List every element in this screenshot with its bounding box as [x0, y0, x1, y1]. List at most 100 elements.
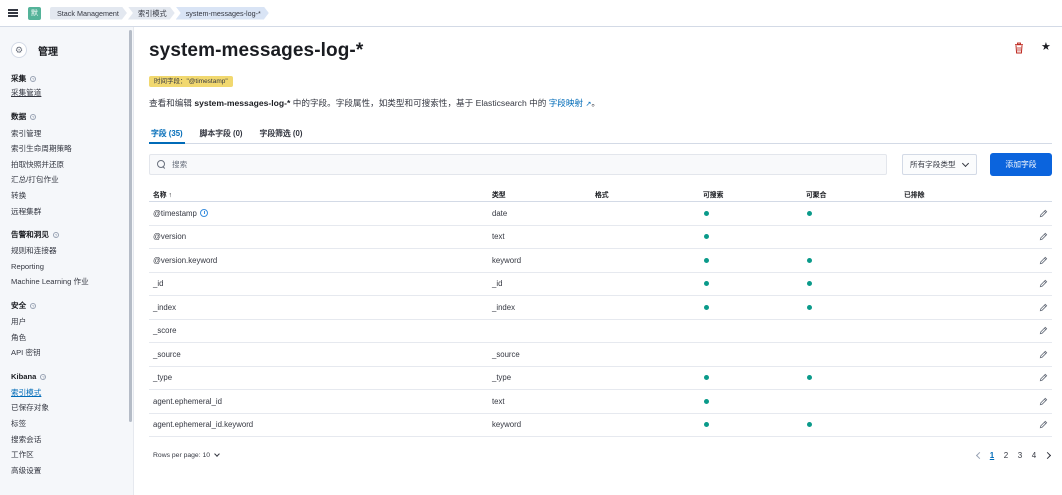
field-name-cell: _type — [149, 373, 492, 382]
sidebar-item-api-keys[interactable]: API 密钥 — [11, 345, 133, 361]
searchable-dot-icon — [704, 398, 709, 404]
group-ingest: 采集? — [11, 73, 133, 85]
previous-page-icon[interactable] — [973, 449, 985, 461]
next-page-icon[interactable] — [1041, 449, 1053, 461]
sidebar-item-remote-clusters[interactable]: 远程集群 — [11, 204, 133, 220]
sidebar-item-ml-jobs[interactable]: Machine Learning 作业 — [11, 274, 133, 290]
help-icon: ? — [40, 373, 47, 380]
edit-cell — [1007, 303, 1052, 312]
desc-middle: 中的字段。字段属性，如类型和可搜索性，基于 Elasticsearch 中的 — [290, 98, 549, 108]
sidebar-item-snapshot-restore[interactable]: 拍取快照并还原 — [11, 157, 133, 173]
field-type: _id — [492, 279, 503, 289]
search-input[interactable] — [172, 160, 852, 169]
sidebar-item-rollup-jobs[interactable]: 汇总/打包作业 — [11, 172, 133, 188]
table-row: @version.keyword keyword — [149, 249, 1052, 273]
group-data: 数据? — [11, 111, 133, 123]
sidebar-item-spaces[interactable]: 工作区 — [11, 447, 133, 463]
sidebar-item-index-management[interactable]: 索引管理 — [11, 126, 133, 142]
star-icon[interactable]: ★ — [1041, 40, 1051, 53]
col-type[interactable]: 类型 — [492, 189, 595, 199]
edit-cell — [1007, 232, 1052, 241]
add-field-button[interactable]: 添加字段 — [990, 153, 1052, 176]
pencil-icon[interactable] — [1039, 232, 1048, 241]
help-icon: ? — [30, 113, 37, 120]
trash-icon[interactable] — [1013, 42, 1025, 54]
sidebar-scrollbar[interactable] — [129, 30, 132, 422]
aggregatable-dot-icon — [807, 375, 812, 381]
space-avatar[interactable]: 默 — [28, 6, 41, 20]
sidebar-item-users[interactable]: 用户 — [11, 314, 133, 330]
field-name: @timestamp — [153, 208, 197, 218]
table-row: @version text — [149, 226, 1052, 249]
field-type-filter[interactable]: 所有字段类型 — [902, 154, 977, 175]
table-row: _source _source — [149, 343, 1052, 367]
sidebar-item-tags[interactable]: 标签 — [11, 416, 133, 432]
searchable-dot-icon — [704, 281, 709, 287]
sidebar-item-transforms[interactable]: 转换 — [11, 188, 133, 204]
field-name-cell: agent.ephemeral_id — [149, 397, 492, 406]
col-format[interactable]: 格式 — [595, 189, 698, 199]
tab-fields[interactable]: 字段 (35) — [149, 127, 185, 144]
field-name: agent.ephemeral_id — [153, 396, 222, 406]
sidebar-item-search-sessions[interactable]: 搜索会话 — [11, 432, 133, 448]
aggregatable-cell — [801, 210, 904, 216]
pencil-icon[interactable] — [1039, 420, 1048, 429]
searchable-dot-icon — [704, 234, 709, 240]
field-name: _id — [153, 279, 164, 289]
page-3-button[interactable]: 3 — [1013, 451, 1027, 460]
searchable-cell — [698, 422, 801, 428]
page-list: 1234 — [985, 451, 1041, 460]
breadcrumb-index-patterns[interactable]: 索引模式 — [128, 7, 175, 20]
sidebar-item-roles[interactable]: 角色 — [11, 330, 133, 346]
edit-cell — [1007, 350, 1052, 359]
table-row: _score — [149, 320, 1052, 343]
table-body: @timestamp date @version text @version.keywo… — [149, 202, 1052, 437]
pencil-icon[interactable] — [1039, 326, 1048, 335]
sidebar-item-rules-connectors[interactable]: 规则和连接器 — [11, 243, 133, 259]
pencil-icon[interactable] — [1039, 373, 1048, 382]
fields-table: 名称 ↑ 类型 格式 可搜索 可聚合 已排除 @timestamp date @ve… — [149, 186, 1052, 437]
tab-field-filters[interactable]: 字段筛选 (0) — [258, 127, 305, 144]
aggregatable-cell — [801, 281, 904, 287]
sidebar: ⚙ 管理 采集? 采集管道 数据? 索引管理 索引生命周期策略 拍取快照并还原 … — [0, 27, 134, 495]
field-mapping-link-text[interactable]: 字段映射 — [549, 98, 583, 108]
rows-per-page[interactable]: Rows per page: 10 — [153, 451, 220, 459]
breadcrumb: Stack Management 索引模式 system-messages-lo… — [50, 7, 270, 20]
field-type: keyword — [492, 255, 522, 265]
col-name[interactable]: 名称 ↑ — [149, 189, 492, 199]
sidebar-item-reporting[interactable]: Reporting — [11, 259, 133, 275]
pencil-icon[interactable] — [1039, 397, 1048, 406]
sidebar-item-ingest-pipelines[interactable]: 采集管道 — [11, 85, 133, 101]
sidebar-item-advanced-settings[interactable]: 高级设置 — [11, 463, 133, 479]
tab-scripted-fields[interactable]: 脚本字段 (0) — [198, 127, 245, 144]
page-2-button[interactable]: 2 — [999, 451, 1013, 460]
sidebar-item-ilm[interactable]: 索引生命周期策略 — [11, 141, 133, 157]
pencil-icon[interactable] — [1039, 209, 1048, 218]
sidebar-item-saved-objects[interactable]: 已保存对象 — [11, 400, 133, 416]
breadcrumb-stack-management[interactable]: Stack Management — [50, 7, 127, 20]
pencil-icon[interactable] — [1039, 350, 1048, 359]
pencil-icon[interactable] — [1039, 303, 1048, 312]
desc-prefix: 查看和编辑 — [149, 98, 195, 108]
help-icon: ? — [30, 76, 37, 82]
edit-cell — [1007, 256, 1052, 265]
page-4-button[interactable]: 4 — [1027, 451, 1041, 460]
col-excluded[interactable]: 已排除 — [904, 189, 1007, 199]
pencil-icon[interactable] — [1039, 256, 1048, 265]
table-row: agent.ephemeral_id text — [149, 390, 1052, 414]
searchable-cell — [698, 304, 801, 310]
col-searchable[interactable]: 可搜索 — [698, 189, 801, 199]
field-mapping-link[interactable]: 字段映射 ↗ — [549, 98, 592, 108]
desc-suffix: 。 — [591, 98, 600, 108]
table-row: _index _index — [149, 296, 1052, 320]
pencil-icon[interactable] — [1039, 279, 1048, 288]
desc-pattern: system-messages-log-* — [194, 98, 291, 108]
menu-icon[interactable] — [0, 0, 26, 27]
page-1-button[interactable]: 1 — [985, 451, 999, 460]
pagination: 1234 — [973, 449, 1053, 461]
sidebar-item-index-patterns[interactable]: 索引模式 — [11, 385, 133, 401]
col-aggregatable[interactable]: 可聚合 — [801, 189, 904, 199]
searchable-dot-icon — [704, 304, 709, 310]
field-type: keyword — [492, 420, 522, 430]
searchable-cell — [698, 398, 801, 404]
